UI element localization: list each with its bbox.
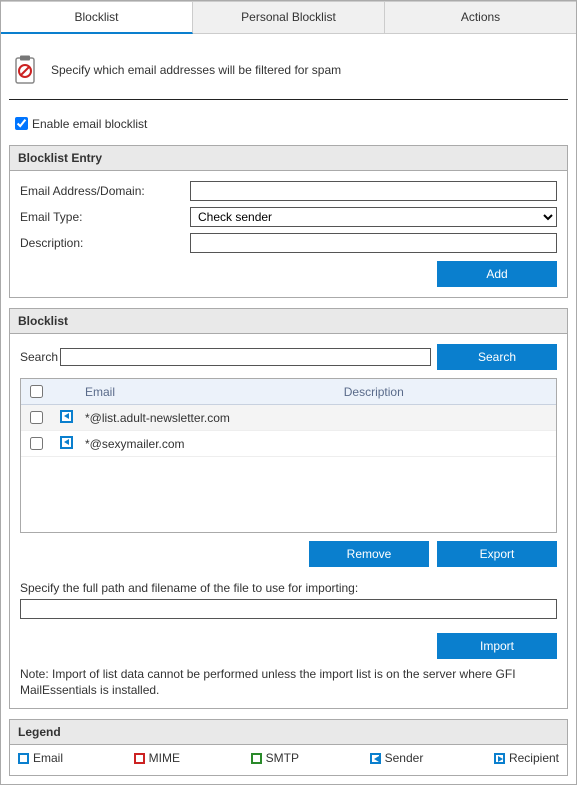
legend-sender: Sender [370,751,424,765]
info-text: Specify which email addresses will be fi… [51,63,341,77]
row-checkbox[interactable] [30,437,43,450]
smtp-icon [251,753,262,764]
legend-recipient: Recipient [494,751,559,765]
legend-smtp-label: SMTP [266,751,299,765]
legend-email: Email [18,751,63,765]
tab-bar: Blocklist Personal Blocklist Actions [1,1,576,35]
blocklist-grid: Email Description *@list.adult-newslette… [20,378,557,533]
email-icon [18,753,29,764]
description-input[interactable] [190,233,557,253]
column-email[interactable]: Email [81,385,340,399]
tab-actions[interactable]: Actions [385,1,576,34]
import-button[interactable]: Import [437,633,557,659]
blocklist-entry-title: Blocklist Entry [10,146,567,171]
tab-blocklist[interactable]: Blocklist [1,1,193,34]
select-all-checkbox[interactable] [30,385,43,398]
blocklist-panel: Blocklist Search Search Email Descriptio… [9,308,568,709]
clipboard-block-icon [11,53,39,87]
table-row[interactable]: *@sexymailer.com [21,431,556,457]
email-address-label: Email Address/Domain: [20,184,190,198]
row-checkbox[interactable] [30,411,43,424]
recipient-icon [494,753,505,764]
mime-icon [134,753,145,764]
import-note: Note: Import of list data cannot be perf… [20,667,557,698]
description-label: Description: [20,236,190,250]
enable-label: Enable email blocklist [32,117,147,131]
blocklist-entry-panel: Blocklist Entry Email Address/Domain: Em… [9,145,568,298]
sender-icon [370,753,381,764]
search-button[interactable]: Search [437,344,557,370]
row-email: *@list.adult-newsletter.com [81,411,340,425]
legend-mime: MIME [134,751,180,765]
tab-personal-blocklist[interactable]: Personal Blocklist [193,1,385,34]
email-address-input[interactable] [190,181,557,201]
grid-header: Email Description [21,379,556,405]
legend-sender-label: Sender [385,751,424,765]
info-banner: Specify which email addresses will be fi… [9,43,568,100]
import-section: Specify the full path and filename of th… [20,581,557,698]
add-button[interactable]: Add [437,261,557,287]
email-type-label: Email Type: [20,210,190,224]
legend-title: Legend [10,720,567,745]
legend-mime-label: MIME [149,751,180,765]
import-path-input[interactable] [20,599,557,619]
column-description[interactable]: Description [340,385,556,399]
legend-panel: Legend Email MIME SMTP Sender [9,719,568,776]
sender-icon [60,410,73,423]
search-label: Search [20,350,58,364]
blocklist-title: Blocklist [10,309,567,334]
row-email: *@sexymailer.com [81,437,340,451]
legend-email-label: Email [33,751,63,765]
search-input[interactable] [60,348,431,366]
email-type-select[interactable]: Check sender [190,207,557,227]
remove-button[interactable]: Remove [309,541,429,567]
legend-smtp: SMTP [251,751,299,765]
table-row[interactable]: *@list.adult-newsletter.com [21,405,556,431]
enable-checkbox[interactable] [15,117,28,130]
import-intro: Specify the full path and filename of th… [20,581,557,595]
sender-icon [60,436,73,449]
export-button[interactable]: Export [437,541,557,567]
enable-row: Enable email blocklist [9,106,568,145]
legend-recipient-label: Recipient [509,751,559,765]
